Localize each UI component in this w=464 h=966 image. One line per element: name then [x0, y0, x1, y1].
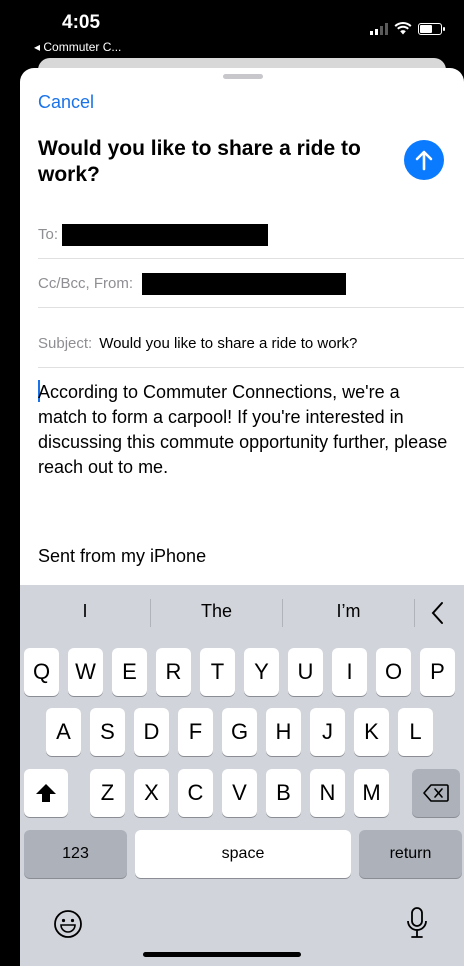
space-key[interactable]: space: [135, 830, 351, 878]
shift-icon: [36, 784, 56, 802]
shift-key[interactable]: [24, 769, 68, 817]
key-q[interactable]: Q: [24, 648, 59, 696]
send-button[interactable]: [404, 140, 444, 180]
message-body[interactable]: According to Commuter Connections, we're…: [38, 380, 448, 480]
key-w[interactable]: W: [68, 648, 103, 696]
key-e[interactable]: E: [112, 648, 147, 696]
sheet-grabber[interactable]: [223, 74, 263, 79]
suggestion-divider: [414, 599, 415, 627]
key-j[interactable]: J: [310, 708, 345, 756]
keyboard: I The I’m Q W E R T Y U I O P A S D F G …: [20, 585, 464, 966]
key-d[interactable]: D: [134, 708, 169, 756]
arrow-up-icon: [415, 150, 433, 171]
emoji-icon[interactable]: [53, 909, 83, 939]
subject-value: Would you like to share a ride to work?: [99, 335, 358, 352]
key-f[interactable]: F: [178, 708, 213, 756]
key-b[interactable]: B: [266, 769, 301, 817]
compose-title: Would you like to share a ride to work?: [38, 137, 361, 186]
key-l[interactable]: L: [398, 708, 433, 756]
key-x[interactable]: X: [134, 769, 169, 817]
key-g[interactable]: G: [222, 708, 257, 756]
backspace-key[interactable]: [412, 769, 460, 817]
wifi-icon: [394, 22, 412, 35]
redacted-recipient: [62, 223, 269, 246]
delete-backward-icon: [423, 784, 449, 802]
status-icons: [370, 22, 445, 35]
predictive-bar: I The I’m: [20, 585, 464, 639]
back-to-app-link[interactable]: ◂ Commuter C...: [34, 40, 121, 54]
key-p[interactable]: P: [420, 648, 455, 696]
chevron-left-icon[interactable]: [430, 601, 444, 625]
cc-bcc-from-field[interactable]: Cc/Bcc, From:: [38, 260, 464, 308]
status-bar: 4:05 ◂ Commuter C...: [0, 0, 464, 62]
key-s[interactable]: S: [90, 708, 125, 756]
key-m[interactable]: M: [354, 769, 389, 817]
status-time: 4:05: [62, 12, 101, 33]
return-key[interactable]: return: [359, 830, 462, 878]
key-o[interactable]: O: [376, 648, 411, 696]
key-u[interactable]: U: [288, 648, 323, 696]
key-v[interactable]: V: [222, 769, 257, 817]
key-h[interactable]: H: [266, 708, 301, 756]
suggestion-1[interactable]: I: [20, 601, 150, 622]
signature: Sent from my iPhone: [38, 546, 207, 566]
cancel-button[interactable]: Cancel: [38, 92, 94, 113]
cc-bcc-from-label: Cc/Bcc, From:: [38, 275, 134, 292]
key-y[interactable]: Y: [244, 648, 279, 696]
to-label: To:: [38, 226, 59, 243]
suggestion-2[interactable]: The: [151, 601, 282, 622]
suggestion-3[interactable]: I’m: [283, 601, 414, 622]
battery-icon: [418, 22, 445, 35]
key-n[interactable]: N: [310, 769, 345, 817]
key-a[interactable]: A: [46, 708, 81, 756]
key-k[interactable]: K: [354, 708, 389, 756]
cellular-signal-icon: [370, 22, 388, 35]
key-c[interactable]: C: [178, 769, 213, 817]
key-i[interactable]: I: [332, 648, 367, 696]
numbers-key[interactable]: 123: [24, 830, 127, 878]
microphone-icon[interactable]: [406, 907, 428, 939]
message-body-text: According to Commuter Connections, we're…: [38, 382, 448, 477]
redacted-sender: [142, 272, 347, 295]
key-z[interactable]: Z: [90, 769, 125, 817]
subject-label: Subject:: [38, 335, 93, 352]
subject-field[interactable]: Subject: Would you like to share a ride …: [38, 320, 464, 368]
to-field[interactable]: To:: [38, 211, 464, 259]
key-r[interactable]: R: [156, 648, 191, 696]
home-indicator[interactable]: [143, 952, 301, 957]
key-t[interactable]: T: [200, 648, 235, 696]
